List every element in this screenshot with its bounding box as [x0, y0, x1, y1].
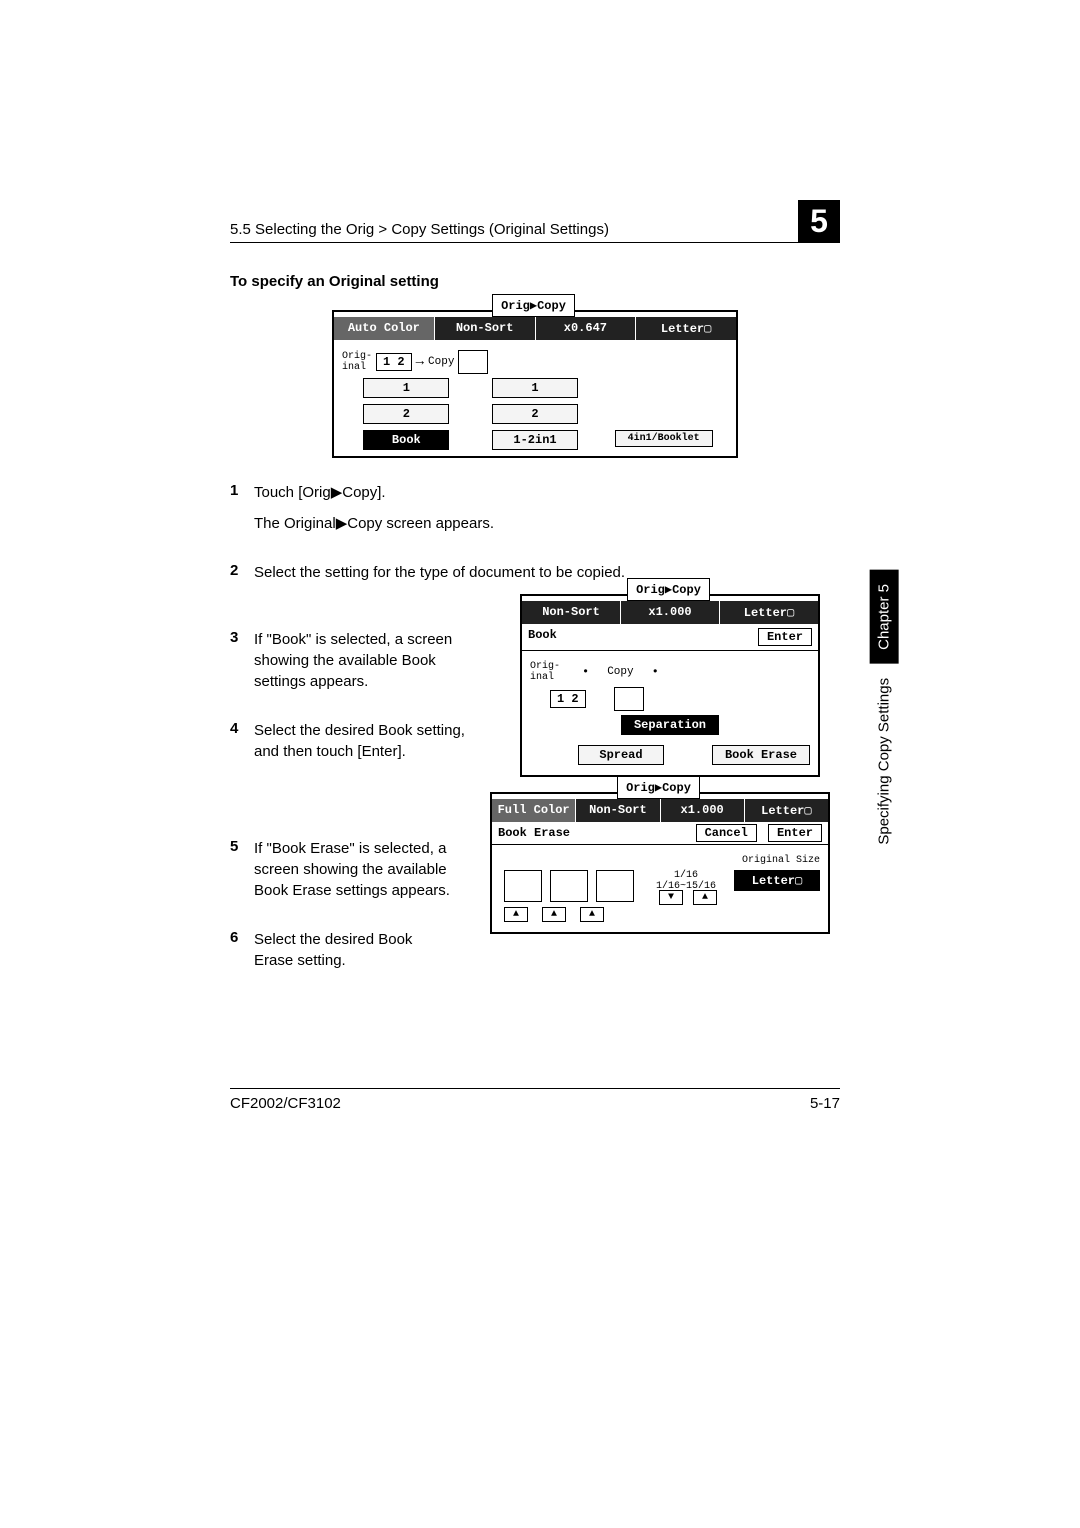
- step-6-text: Select the desired Book Erase setting.: [254, 929, 454, 971]
- step-6: 6 Select the desired Book Erase setting.: [230, 929, 490, 981]
- footer-page: 5-17: [810, 1095, 840, 1112]
- section-title: To specify an Original setting: [230, 273, 840, 290]
- tab-origcopy-3[interactable]: Orig▶Copy: [617, 776, 700, 799]
- page-header: 5.5 Selecting the Orig > Copy Settings (…: [230, 200, 840, 243]
- range-label: 1/16~15/16: [638, 881, 734, 892]
- hdr-paper[interactable]: Letter▢: [636, 317, 736, 340]
- label-copy: Copy: [428, 356, 454, 368]
- step-4: 4 Select the desired Book setting, and t…: [230, 720, 490, 772]
- hdr-sort-3[interactable]: Non-Sort: [576, 799, 660, 822]
- book-button[interactable]: Book: [363, 430, 449, 450]
- footer-model: CF2002/CF3102: [230, 1095, 341, 1112]
- step-5: 5 If "Book Erase" is selected, a screen …: [230, 838, 490, 911]
- step-5-text: If "Book Erase" is selected, a screen sh…: [254, 838, 454, 901]
- step-1-text-b: The Original▶Copy screen appears.: [254, 513, 494, 534]
- enter-button[interactable]: Enter: [758, 628, 812, 646]
- option3-up-button[interactable]: ▲: [580, 907, 604, 922]
- step-4-text: Select the desired Book setting, and the…: [254, 720, 484, 762]
- hdr-sort-2[interactable]: Non-Sort: [522, 601, 621, 624]
- step-3-text: If "Book" is selected, a screen showing …: [254, 629, 484, 692]
- book-erase-button[interactable]: Book Erase: [712, 745, 810, 765]
- chapter-number-box: 5: [798, 200, 840, 242]
- side-text: Specifying Copy Settings: [876, 678, 893, 845]
- original-size-label: Original Size: [742, 855, 820, 866]
- letter-size-button[interactable]: Letter▢: [734, 870, 820, 891]
- screen3-title: Book Erase: [498, 826, 570, 840]
- erase-option-1-icon[interactable]: [504, 870, 542, 902]
- enter-button-3[interactable]: Enter: [768, 824, 822, 842]
- separation-button[interactable]: Separation: [621, 715, 719, 735]
- copier-screen-1: Orig▶Copy Auto Color Non-Sort x0.647 Let…: [332, 310, 738, 458]
- arrow-icon: →: [416, 354, 424, 370]
- hdr-sort[interactable]: Non-Sort: [435, 317, 536, 340]
- hdr-paper-3[interactable]: Letter▢: [745, 799, 828, 822]
- side-chapter: Chapter 5: [870, 570, 899, 664]
- hdr-paper-2[interactable]: Letter▢: [720, 601, 818, 624]
- label-original: Orig-inal: [342, 351, 376, 373]
- increase-button[interactable]: ▲: [693, 890, 717, 905]
- hdr-color[interactable]: Auto Color: [334, 317, 435, 340]
- copier-screen-3: Orig▶Copy Full Color Non-Sort x1.000 Let…: [490, 792, 830, 934]
- decrease-button[interactable]: ▼: [659, 890, 683, 905]
- erase-option-3-icon[interactable]: [596, 870, 634, 902]
- label-original-2: Orig-inal: [530, 661, 564, 683]
- orig-1-button[interactable]: 1: [363, 378, 449, 398]
- step-1-text-a: Touch [Orig▶Copy].: [254, 482, 494, 503]
- orig-2-button[interactable]: 2: [363, 404, 449, 424]
- option1-up-button[interactable]: ▲: [504, 907, 528, 922]
- pages-icon: 1 2: [376, 353, 412, 371]
- fraction-label: 1/16: [638, 870, 734, 881]
- page-footer: CF2002/CF3102 5-17: [230, 1088, 840, 1112]
- side-tab: Specifying Copy Settings Chapter 5: [870, 570, 899, 845]
- copier-screen-2: Orig▶Copy Non-Sort x1.000 Letter▢ Book E…: [520, 594, 820, 777]
- step-3: 3 If "Book" is selected, a screen showin…: [230, 629, 490, 702]
- hdr-color-3[interactable]: Full Color: [492, 799, 576, 822]
- hdr-zoom-3[interactable]: x1.000: [661, 799, 745, 822]
- hdr-zoom[interactable]: x0.647: [536, 317, 637, 340]
- spread-button[interactable]: Spread: [578, 745, 664, 765]
- erase-option-2-icon[interactable]: [550, 870, 588, 902]
- hdr-zoom-2[interactable]: x1.000: [621, 601, 720, 624]
- pages-icon-2: 1 2: [550, 690, 586, 708]
- book-icon: [614, 687, 644, 711]
- step-1: 1 Touch [Orig▶Copy]. The Original▶Copy s…: [230, 482, 840, 544]
- cancel-button[interactable]: Cancel: [696, 824, 757, 842]
- two-in-one-button[interactable]: 1-2in1: [492, 430, 578, 450]
- screen2-title: Book: [528, 628, 557, 646]
- copy-1-button[interactable]: 1: [492, 378, 578, 398]
- tab-origcopy-2[interactable]: Orig▶Copy: [627, 578, 710, 601]
- copy-2-button[interactable]: 2: [492, 404, 578, 424]
- tab-origcopy[interactable]: Orig▶Copy: [492, 294, 575, 317]
- copy-page-icon: [458, 350, 488, 374]
- label-copy-2: Copy: [607, 666, 633, 678]
- breadcrumb: 5.5 Selecting the Orig > Copy Settings (…: [230, 221, 786, 238]
- option2-up-button[interactable]: ▲: [542, 907, 566, 922]
- booklet-button[interactable]: 4in1/Booklet: [615, 430, 713, 447]
